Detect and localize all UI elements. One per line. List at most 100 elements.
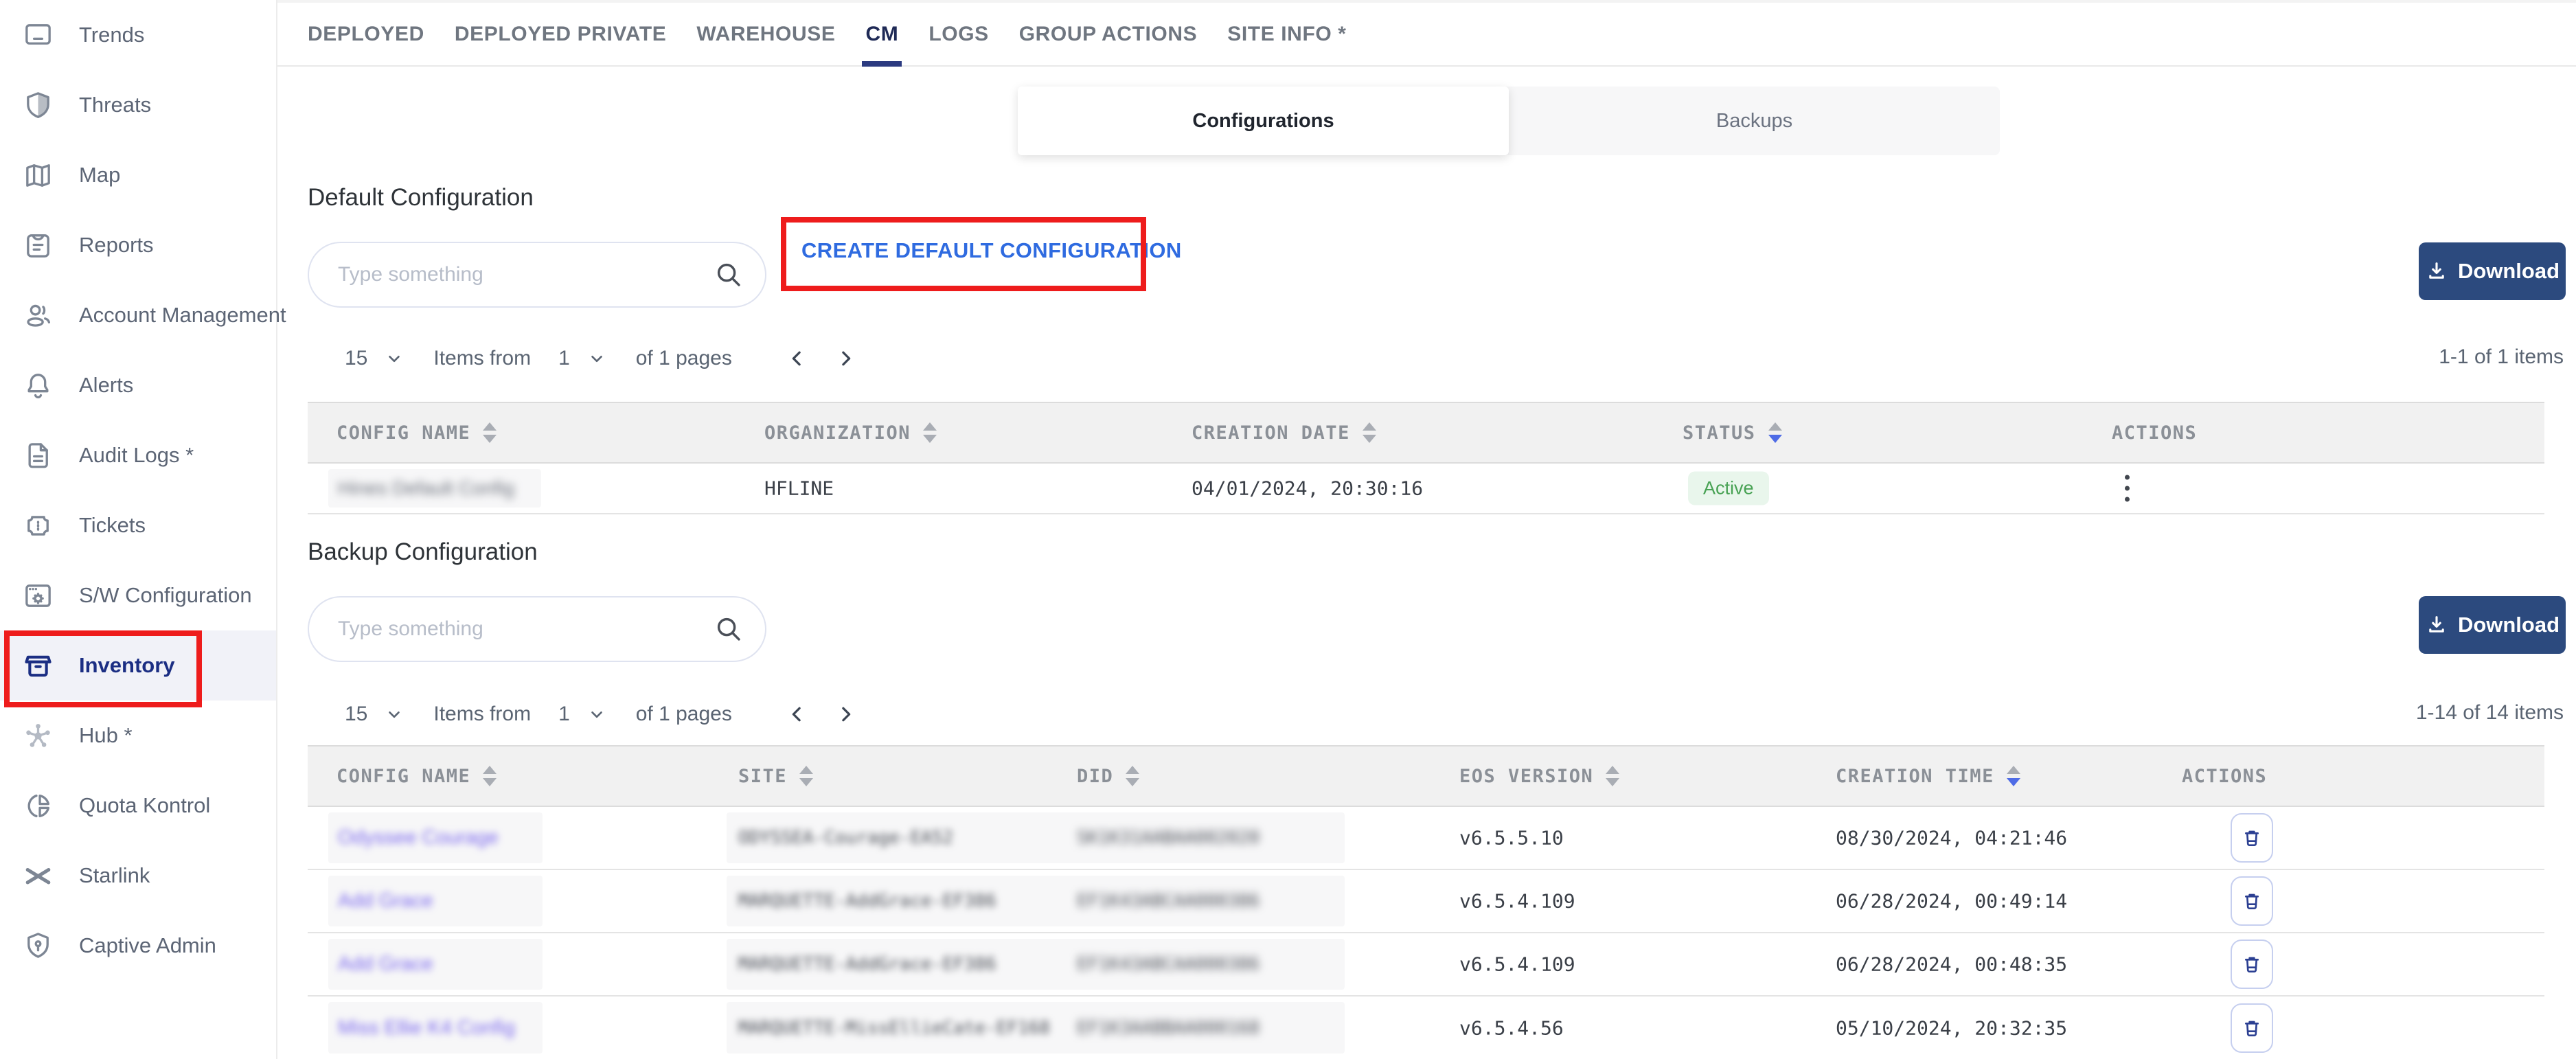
page-number-value[interactable]: 1 [558,347,570,370]
tab-backups[interactable]: Backups [1509,87,2000,155]
sidebar-item-captive-admin[interactable]: Captive Admin [0,911,276,981]
sidebar-item-trends[interactable]: Trends [0,0,276,70]
create-default-configuration-button[interactable]: CREATE DEFAULT CONFIGURATION [801,238,1182,263]
sort-icon[interactable] [483,422,497,443]
sort-icon[interactable] [483,766,497,786]
sidebar-item-quota-kontrol[interactable]: Quota Kontrol [0,771,276,841]
prev-page-button[interactable] [787,348,808,369]
sidebar-item-threats[interactable]: Threats [0,70,276,140]
of-pages-label: of 1 pages [636,347,732,370]
default-search-input[interactable] [337,262,713,287]
sidebar-item-hub[interactable]: Hub * [0,701,276,771]
organization-value: HFLINE [764,477,834,500]
config-name-link[interactable]: Odyssee Courage [338,827,499,850]
delete-button[interactable] [2231,813,2273,863]
site-value: MARQUETTE-AddGrace-EF386 [738,891,996,911]
tab-site-info[interactable]: SITE INFO * [1227,3,1346,65]
page-size-value[interactable]: 15 [345,703,367,726]
creation-time-value: 08/30/2024, 04:21:46 [1836,827,2067,850]
backup-search-input[interactable] [337,617,713,641]
tab-group-actions[interactable]: GROUP ACTIONS [1019,3,1198,65]
default-download-button[interactable]: Download [2419,242,2566,300]
config-name-link[interactable]: Miss Ellie K4 Config [338,1016,515,1039]
page-size-value[interactable]: 15 [345,347,367,370]
tab-logs[interactable]: LOGS [928,3,988,65]
sort-icon[interactable] [1363,422,1376,443]
chevron-down-icon[interactable] [588,705,606,723]
sidebar-item-sw-configuration[interactable]: S/W Configuration [0,560,276,630]
backup-search-box [308,596,766,662]
column-header-config-name[interactable]: CONFIG NAME [337,403,497,462]
search-icon [713,613,744,645]
page-number-value[interactable]: 1 [558,703,570,726]
sort-icon-active[interactable] [1768,422,1782,443]
sidebar-item-tickets[interactable]: Tickets [0,490,276,560]
download-icon [2425,260,2448,283]
default-items-range: 1-1 of 1 items [2439,345,2564,369]
column-header-creation-date[interactable]: CREATION DATE [1192,403,1376,462]
config-name-link[interactable]: Add Grace [338,953,433,976]
sidebar-item-map[interactable]: Map [0,140,276,210]
sort-icon[interactable] [1606,766,1619,786]
table-row: Hines Default Config HFLINE 04/01/2024, … [308,464,2544,514]
delete-button[interactable] [2231,940,2273,989]
tab-deployed-private[interactable]: DEPLOYED PRIVATE [455,3,667,65]
tab-deployed[interactable]: DEPLOYED [308,3,424,65]
delete-button[interactable] [2231,876,2273,926]
sort-icon[interactable] [923,422,937,443]
sidebar-item-label: Starlink [79,863,150,888]
shield-icon [22,89,54,122]
download-button-label: Download [2458,259,2560,284]
sidebar: Trends Threats Map Reports Account Manag… [0,0,277,1059]
trash-icon [2241,825,2263,850]
eos-version-value: v6.5.5.10 [1459,827,1564,850]
column-header-creation-time[interactable]: CREATION TIME [1836,747,2020,806]
sort-icon[interactable] [799,766,813,786]
creation-time-value: 06/28/2024, 00:48:35 [1836,953,2067,976]
sidebar-item-label: Account Management [79,303,286,328]
next-page-button[interactable] [835,348,856,369]
next-page-button[interactable] [835,704,856,725]
chevron-down-icon[interactable] [588,350,606,367]
eos-version-value: v6.5.4.109 [1459,953,1575,976]
table-row: Miss Ellie K4 Config MARQUETTE-MissEllie… [308,997,2544,1059]
sidebar-item-alerts[interactable]: Alerts [0,350,276,420]
backup-download-button[interactable]: Download [2419,596,2566,654]
sidebar-item-inventory[interactable]: Inventory [0,630,276,701]
users-icon [22,299,54,332]
column-header-eos-version[interactable]: EOS VERSION [1459,747,1619,806]
tab-warehouse[interactable]: WAREHOUSE [696,3,835,65]
kebab-menu-icon[interactable] [2121,471,2134,506]
tab-configurations[interactable]: Configurations [1018,87,1509,155]
config-backup-tabs: Configurations Backups [1018,87,2000,155]
config-name-link[interactable]: Add Grace [338,890,433,913]
sidebar-item-label: Captive Admin [79,933,216,958]
sidebar-item-label: Inventory [79,653,175,678]
items-from-label: Items from [433,347,531,370]
sidebar-item-reports[interactable]: Reports [0,210,276,280]
config-name-value[interactable]: Hines Default Config [338,477,514,499]
chevron-down-icon[interactable] [385,350,403,367]
column-header-site[interactable]: SITE [738,747,813,806]
column-header-did[interactable]: DID [1077,747,1139,806]
column-header-organization[interactable]: ORGANIZATION [764,403,937,462]
chevron-down-icon[interactable] [385,705,403,723]
tab-cm[interactable]: CM [865,3,898,65]
table-row: Add Grace MARQUETTE-AddGrace-EF386 EF1K4… [308,933,2544,997]
download-button-label: Download [2458,613,2560,637]
shield-lock-icon [22,930,54,962]
eos-version-value: v6.5.4.56 [1459,1016,1564,1039]
sidebar-item-audit-logs[interactable]: Audit Logs * [0,420,276,490]
default-pagination: 15 Items from 1 of 1 pages [345,337,856,380]
backup-items-range: 1-14 of 14 items [2416,701,2564,725]
sidebar-item-account-management[interactable]: Account Management [0,280,276,350]
sort-icon-active[interactable] [2007,766,2020,786]
column-header-status[interactable]: STATUS [1683,403,1782,462]
document-icon [22,440,54,472]
prev-page-button[interactable] [787,704,808,725]
of-pages-label: of 1 pages [636,703,732,726]
delete-button[interactable] [2231,1003,2273,1053]
sidebar-item-starlink[interactable]: Starlink [0,841,276,911]
column-header-config-name[interactable]: CONFIG NAME [337,747,497,806]
sort-icon[interactable] [1126,766,1139,786]
